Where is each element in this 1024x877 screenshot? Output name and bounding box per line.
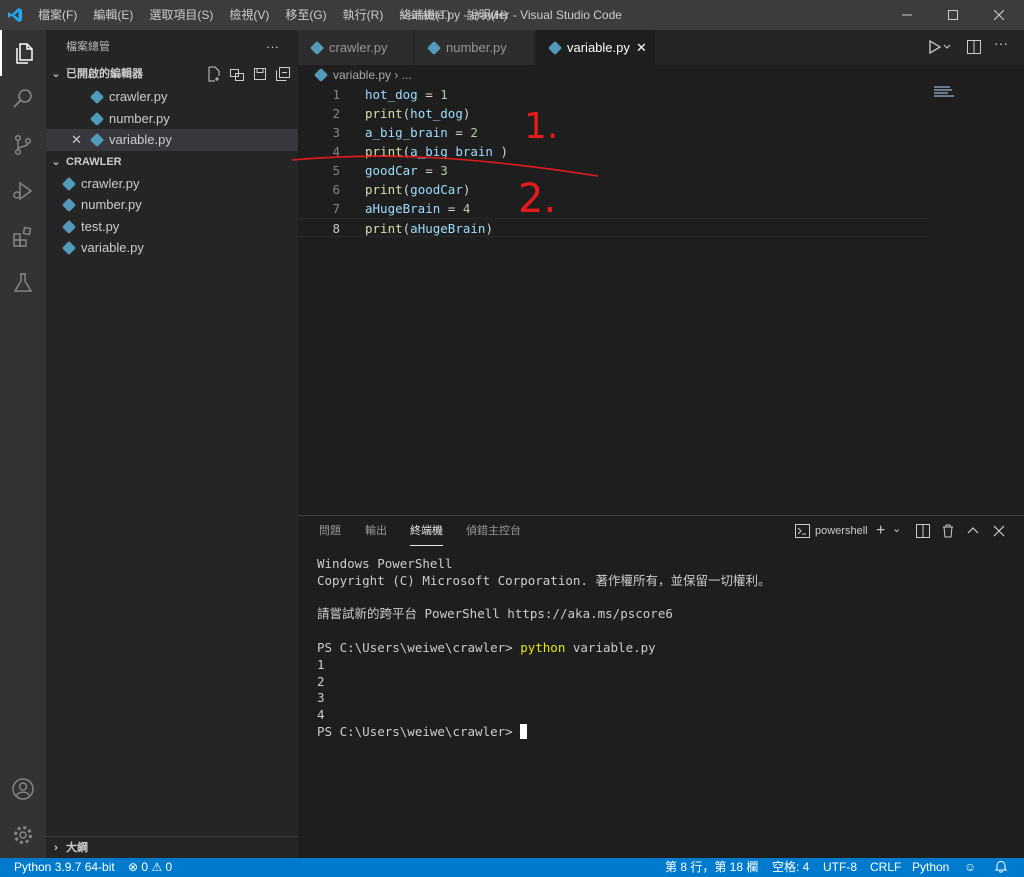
tab-debug-console[interactable]: 偵錯主控台: [466, 516, 521, 546]
new-terminal-icon[interactable]: +: [876, 522, 885, 540]
warning-count: 0: [165, 860, 173, 874]
terminal-cursor: [520, 723, 528, 739]
maximize-panel-icon[interactable]: [966, 524, 980, 543]
problems-indicator[interactable]: ⊗ 0 ⚠ 0: [128, 858, 172, 877]
feedback-icon[interactable]: ☺: [964, 858, 976, 877]
close-panel-icon[interactable]: [993, 524, 1005, 542]
terminal-argument: variable.py: [565, 639, 656, 655]
terminal-selector[interactable]: powershell: [795, 524, 868, 538]
panel: 問題 輸出 終端機 偵錯主控台 powershell + ⌄ Windows P…: [298, 515, 1024, 858]
terminal-command: python: [520, 639, 566, 655]
terminal-prompt: PS C:\Users\weiwe\crawler>: [317, 639, 521, 655]
terminal-prompt: PS C:\Users\weiwe\crawler>: [317, 723, 521, 739]
python-interpreter[interactable]: Python 3.9.7 64-bit: [14, 858, 115, 877]
split-terminal-icon[interactable]: [916, 524, 930, 543]
terminal-line: Copyright (C) Microsoft Corporation. 著作權…: [317, 572, 771, 588]
tab-problems[interactable]: 問題: [319, 516, 341, 546]
language-mode[interactable]: Python: [912, 858, 949, 877]
terminal-output[interactable]: Windows PowerShell Copyright (C) Microso…: [317, 556, 770, 741]
notifications-bell-icon[interactable]: [994, 858, 1008, 877]
warning-icon: ⚠: [151, 860, 163, 874]
encoding[interactable]: UTF-8: [823, 858, 857, 877]
chevron-down-icon[interactable]: ⌄: [892, 522, 901, 535]
terminal-line: Windows PowerShell: [317, 556, 453, 571]
tab-terminal[interactable]: 終端機: [410, 516, 443, 546]
cursor-position[interactable]: 第 8 行，第 18 欄: [665, 858, 758, 877]
trash-icon[interactable]: [941, 524, 955, 543]
annotation-number-one: 1.: [524, 106, 558, 147]
line-ending[interactable]: CRLF: [870, 858, 901, 877]
error-count: 0: [141, 860, 149, 874]
terminal-output-line: 1: [317, 656, 325, 672]
error-icon: ⊗: [128, 860, 139, 874]
terminal-name: powershell: [815, 525, 868, 537]
terminal-command-line: PS C:\Users\weiwe\crawler> python variab…: [317, 640, 770, 657]
terminal-icon: [795, 524, 810, 538]
annotation-underline: [291, 155, 599, 177]
indentation[interactable]: 空格: 4: [772, 858, 809, 877]
terminal-prompt-line: PS C:\Users\weiwe\crawler>: [317, 723, 770, 741]
terminal-output-line: 2: [317, 673, 325, 689]
tab-output[interactable]: 輸出: [365, 516, 387, 546]
terminal-line: 請嘗試新的跨平台 PowerShell https://aka.ms/pscor…: [317, 606, 673, 622]
terminal-output-line: 3: [317, 690, 325, 706]
terminal-output-line: 4: [317, 707, 325, 723]
status-bar: Python 3.9.7 64-bit ⊗ 0 ⚠ 0 第 8 行，第 18 欄…: [0, 858, 1024, 877]
annotation-number-two: 2.: [518, 176, 556, 222]
